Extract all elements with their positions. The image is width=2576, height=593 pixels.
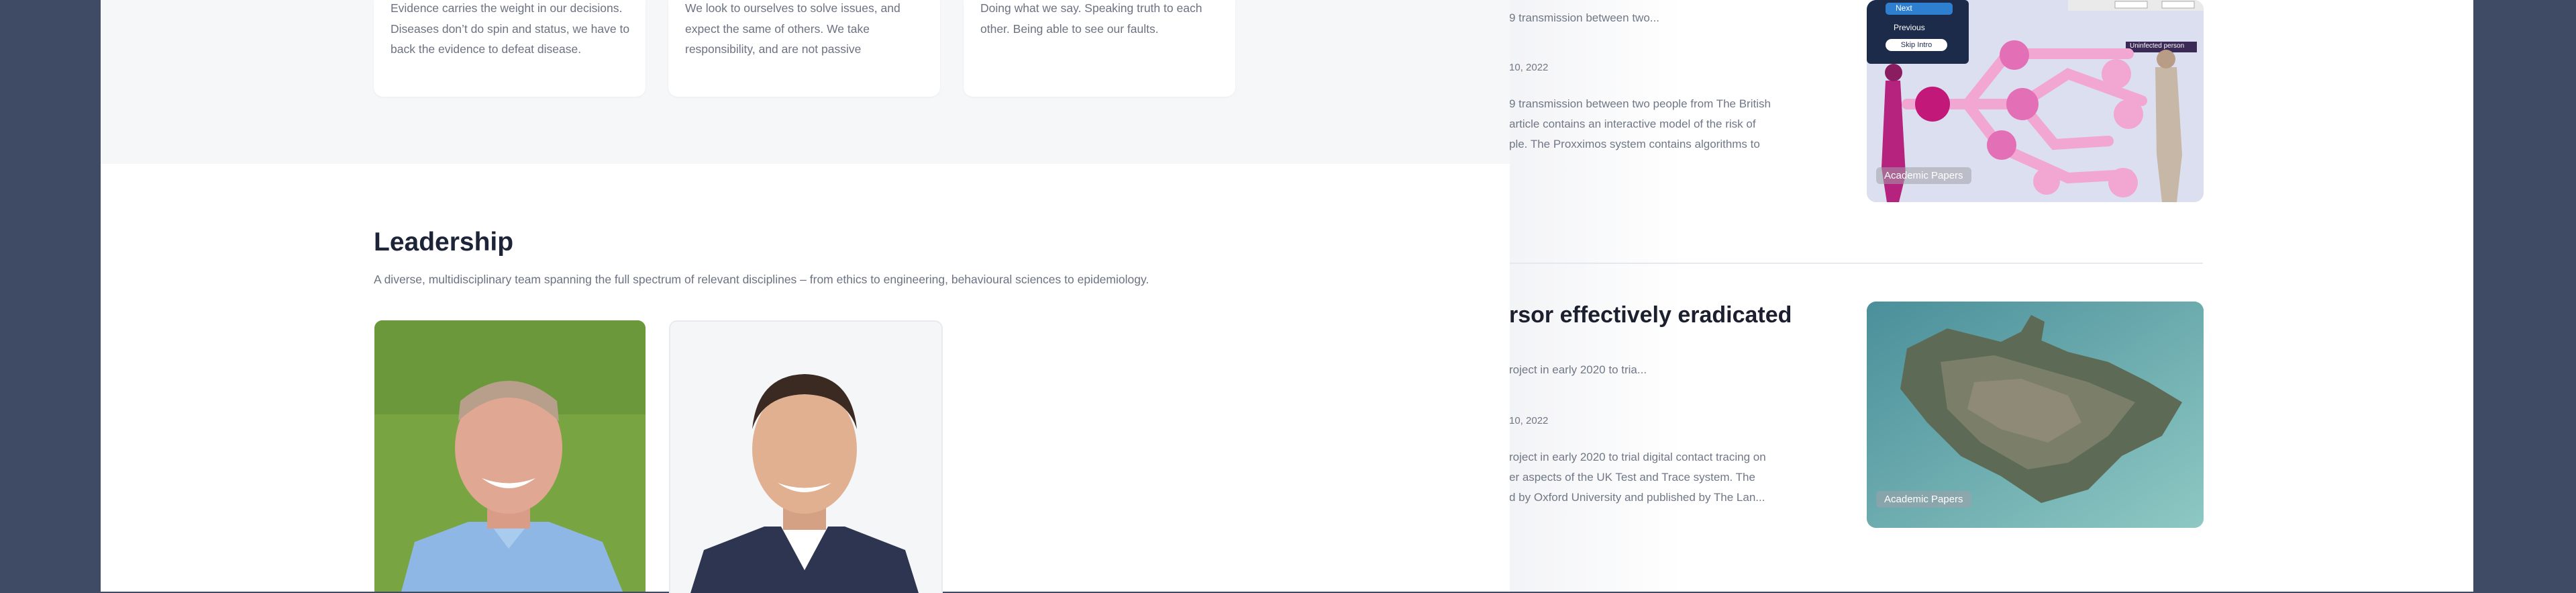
infographic-uninfected-label: Uninfected person bbox=[2130, 42, 2185, 50]
leader-portrait bbox=[670, 322, 939, 593]
article-excerpt-line: roject in early 2020 to trial digital co… bbox=[1509, 451, 1766, 463]
article-title[interactable]: rsor effectively eradicated bbox=[1509, 302, 1792, 328]
value-card-text: Doing what we say. Speaking truth to eac… bbox=[980, 1, 1202, 36]
article-excerpt-line: er aspects of the UK Test and Trace syst… bbox=[1509, 471, 1755, 484]
leader-portrait bbox=[374, 320, 646, 592]
article-excerpt-line: 9 transmission between two people from T… bbox=[1509, 97, 1771, 110]
leadership-subtitle: A diverse, multidisciplinary team spanni… bbox=[374, 273, 1149, 286]
value-card: Doing what we say. Speaking truth to eac… bbox=[964, 0, 1235, 97]
article-date: 10, 2022 bbox=[1509, 62, 1549, 73]
leadership-heading: Leadership bbox=[374, 228, 514, 257]
article-excerpt-line: d by Oxford University and published by … bbox=[1509, 491, 1765, 504]
article-excerpt-short: 9 transmission between two... bbox=[1509, 11, 1659, 24]
article-thumbnail-island[interactable]: Academic Papers bbox=[1867, 302, 2204, 528]
infographic-previous-label: Previous bbox=[1894, 23, 1925, 32]
value-card: Evidence carries the weight in our decis… bbox=[374, 0, 646, 97]
article-excerpt-line: article contains an interactive model of… bbox=[1509, 118, 1756, 130]
value-card-text: We look to ourselves to solve issues, an… bbox=[685, 1, 900, 56]
about-page: Evidence carries the weight in our decis… bbox=[101, 0, 1510, 593]
article-excerpt-line: ple. The Proxximos system contains algor… bbox=[1509, 138, 1760, 150]
article-excerpt-short: roject in early 2020 to tria... bbox=[1509, 363, 1647, 376]
value-card: We look to ourselves to solve issues, an… bbox=[668, 0, 940, 97]
article-divider bbox=[1483, 263, 2203, 264]
infographic-next-label: Next bbox=[1896, 3, 1912, 13]
value-card-text: Evidence carries the weight in our decis… bbox=[391, 1, 630, 56]
article-category-tag: Academic Papers bbox=[1876, 491, 1971, 508]
leader-photo[interactable] bbox=[374, 320, 646, 592]
article-thumbnail-infographic[interactable]: Next Previous Skip Intro Uninfected pers… bbox=[1867, 0, 2204, 202]
article-date: 10, 2022 bbox=[1509, 415, 1549, 426]
article-category-tag: Academic Papers bbox=[1876, 167, 1971, 184]
leader-photo[interactable] bbox=[669, 320, 943, 593]
infographic-skip-intro: Skip Intro bbox=[1886, 39, 1947, 51]
